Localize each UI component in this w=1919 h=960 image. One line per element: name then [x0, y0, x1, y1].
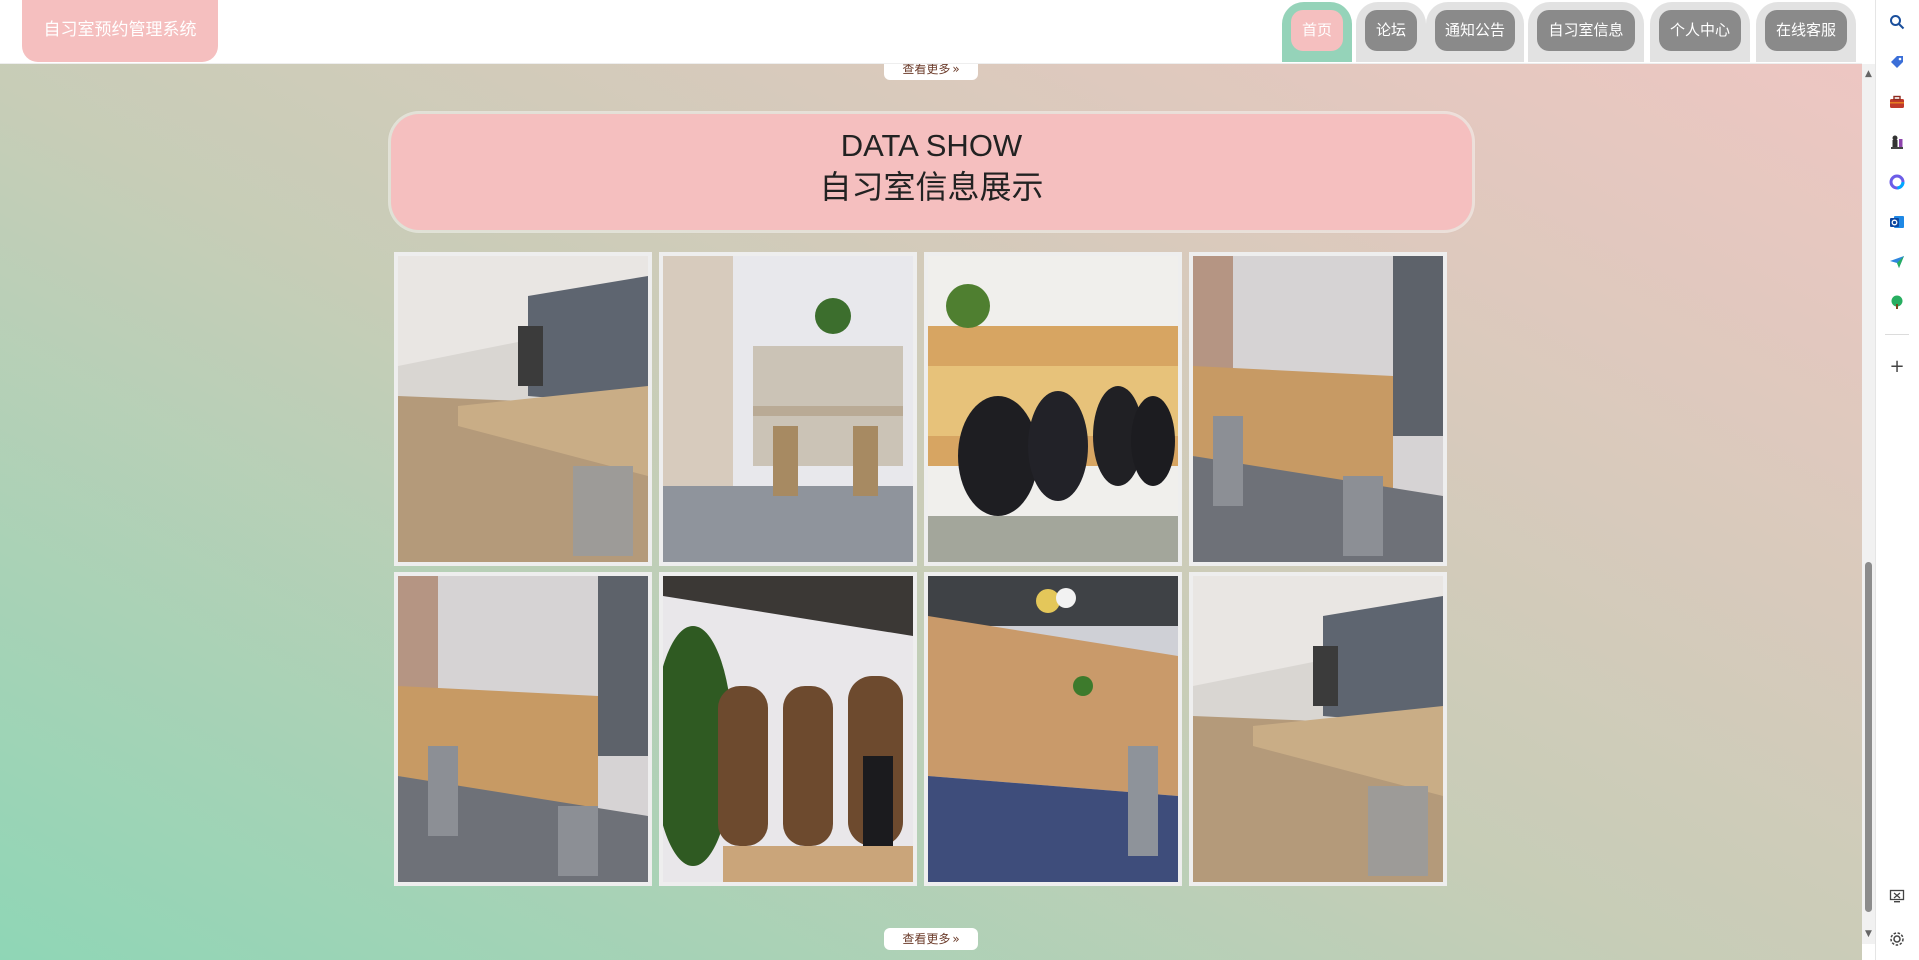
- nav-tab-service[interactable]: 在线客服: [1756, 2, 1856, 62]
- send-icon[interactable]: [1887, 252, 1907, 272]
- double-chevron-icon: »: [952, 932, 960, 946]
- study-room-photo-4[interactable]: [1189, 252, 1447, 566]
- nav-tab-notices[interactable]: 通知公告: [1426, 2, 1524, 62]
- view-more-label: 查看更多: [902, 62, 951, 76]
- tree-icon[interactable]: [1887, 292, 1907, 312]
- search-icon[interactable]: [1887, 12, 1907, 32]
- briefcase-icon[interactable]: [1887, 92, 1907, 112]
- study-room-photo-7[interactable]: [924, 572, 1182, 886]
- nav-tab-label: 通知公告: [1435, 10, 1515, 51]
- chess-icon[interactable]: [1887, 132, 1907, 152]
- nav-tab-forum[interactable]: 论坛: [1356, 2, 1426, 62]
- nav-tab-home[interactable]: 首页: [1282, 2, 1352, 62]
- scroll-down-icon[interactable]: ▼: [1864, 930, 1873, 939]
- nav-tab-label: 论坛: [1365, 10, 1417, 51]
- view-more-label: 查看更多: [902, 932, 951, 946]
- add-icon[interactable]: +: [1887, 357, 1907, 377]
- study-room-photo-6[interactable]: [659, 572, 917, 886]
- study-room-photo-1[interactable]: [394, 252, 652, 566]
- screenshot-icon[interactable]: [1887, 886, 1907, 906]
- section-title-card: DATA SHOW 自习室信息展示: [391, 114, 1472, 230]
- study-room-photo-5[interactable]: [394, 572, 652, 886]
- scroll-up-icon[interactable]: ▲: [1864, 70, 1873, 79]
- study-room-photo-2[interactable]: [659, 252, 917, 566]
- tag-icon[interactable]: [1887, 52, 1907, 72]
- nav-tab-profile[interactable]: 个人中心: [1650, 2, 1750, 62]
- nav-tab-label: 个人中心: [1659, 10, 1741, 51]
- outlook-icon[interactable]: [1887, 212, 1907, 232]
- side-panel-divider: [1885, 334, 1909, 335]
- nav-tab-label: 自习室信息: [1537, 10, 1635, 51]
- brand-logo[interactable]: 自习室预约管理系统: [22, 0, 218, 62]
- top-navbar: 自习室预约管理系统 首页 论坛 通知公告 自习室信息 个人中心 在线客服: [0, 0, 1862, 64]
- section-title-en: DATA SHOW: [840, 128, 1023, 163]
- copilot-icon[interactable]: [1887, 172, 1907, 192]
- page-scrollbar[interactable]: ▲ ▼: [1862, 64, 1875, 944]
- nav-tab-label: 首页: [1291, 10, 1343, 51]
- section-title-cn: 自习室信息展示: [819, 168, 1044, 206]
- page-viewport: 查看更多» DATA SHOW 自习室信息展示 查看更多 »: [0, 0, 1862, 960]
- study-room-photo-3[interactable]: [924, 252, 1182, 566]
- settings-icon[interactable]: [1887, 929, 1907, 949]
- view-more-bottom-button[interactable]: 查看更多»: [884, 928, 978, 950]
- double-chevron-icon: »: [952, 62, 960, 76]
- scroll-thumb[interactable]: [1865, 562, 1872, 912]
- nav-tab-room-info[interactable]: 自习室信息: [1528, 2, 1644, 62]
- study-room-photo-8[interactable]: [1189, 572, 1447, 886]
- nav-tab-label: 在线客服: [1765, 10, 1847, 51]
